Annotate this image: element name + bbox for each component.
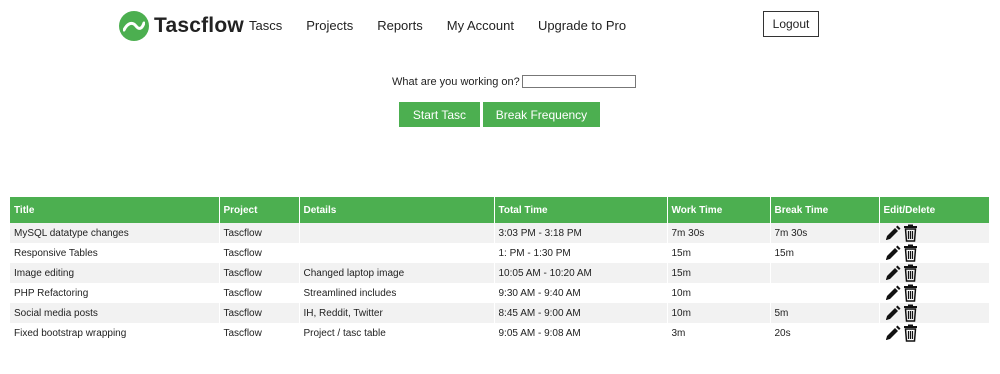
cell-details: Streamlined includes (299, 283, 495, 303)
cell-break-time: 15m (770, 243, 880, 263)
pencil-icon[interactable] (884, 245, 901, 262)
header-title: Title (10, 197, 220, 223)
cell-work-time: 10m (667, 303, 771, 323)
pencil-icon[interactable] (884, 265, 901, 282)
cell-edit-delete (879, 243, 989, 263)
pencil-icon[interactable] (884, 225, 901, 242)
cell-break-time (770, 263, 880, 283)
cell-edit-delete (879, 283, 989, 303)
task-prompt-label: What are you working on? (392, 75, 520, 88)
header-work-time: Work Time (667, 197, 771, 223)
cell-total-time: 8:45 AM - 9:00 AM (494, 303, 668, 323)
table-row: PHP Refactoring Tascflow Streamlined inclu… (10, 283, 989, 303)
logout-button[interactable]: Logout (763, 11, 819, 37)
nav-link-upgrade[interactable]: Upgrade to Pro (538, 18, 626, 33)
cell-break-time (770, 283, 880, 303)
cell-title: PHP Refactoring (10, 283, 220, 303)
cell-edit-delete (879, 323, 989, 343)
trash-icon[interactable] (903, 224, 918, 242)
trash-icon[interactable] (903, 244, 918, 262)
cell-details: IH, Reddit, Twitter (299, 303, 495, 323)
pencil-icon[interactable] (884, 305, 901, 322)
cell-work-time: 15m (667, 263, 771, 283)
start-tasc-button[interactable]: Start Tasc (399, 102, 480, 127)
cell-total-time: 3:03 PM - 3:18 PM (494, 223, 668, 243)
header-total-time: Total Time (494, 197, 668, 223)
trash-icon[interactable] (903, 304, 918, 322)
table-row: Image editing Tascflow Changed laptop imag… (10, 263, 989, 283)
logo-text: Tascflow (154, 14, 244, 37)
header-details: Details (299, 197, 495, 223)
cell-work-time: 15m (667, 243, 771, 263)
table-row: Responsive Tables Tascflow 1: PM - 1:30 PM… (10, 243, 989, 263)
cell-title: Fixed bootstrap wrapping (10, 323, 220, 343)
table-row: MySQL datatype changes Tascflow 3:03 PM - … (10, 223, 989, 243)
nav-link-tascs[interactable]: Tascs (249, 18, 282, 33)
cell-details: Project / tasc table (299, 323, 495, 343)
cell-work-time: 3m (667, 323, 771, 343)
logo[interactable]: Tascflow (119, 11, 244, 41)
task-input[interactable] (521, 75, 636, 88)
cell-title: Responsive Tables (10, 243, 220, 263)
cell-title: Image editing (10, 263, 220, 283)
pencil-icon[interactable] (884, 285, 901, 302)
cell-total-time: 1: PM - 1:30 PM (494, 243, 668, 263)
nav-link-reports[interactable]: Reports (377, 18, 423, 33)
top-nav: Tascflow Tascs Projects Reports My Accou… (0, 0, 1000, 52)
table-row: Social media posts Tascflow IH, Reddit, Tw… (10, 303, 989, 323)
cell-project: Tascflow (219, 323, 300, 343)
cell-project: Tascflow (219, 303, 300, 323)
cell-total-time: 9:30 AM - 9:40 AM (494, 283, 668, 303)
table-row: Fixed bootstrap wrapping Tascflow Project … (10, 323, 989, 343)
cell-edit-delete (879, 303, 989, 323)
cell-title: MySQL datatype changes (10, 223, 220, 243)
header-edit-delete: Edit/Delete (879, 197, 989, 223)
nav-links: Tascs Projects Reports My Account Upgrad… (249, 18, 650, 33)
trash-icon[interactable] (903, 324, 918, 342)
logo-leaf-icon (119, 11, 149, 41)
pencil-icon[interactable] (884, 325, 901, 342)
trash-icon[interactable] (903, 284, 918, 302)
cell-total-time: 10:05 AM - 10:20 AM (494, 263, 668, 283)
cell-break-time: 7m 30s (770, 223, 880, 243)
cell-work-time: 10m (667, 283, 771, 303)
cell-details: Changed laptop image (299, 263, 495, 283)
cell-project: Tascflow (219, 263, 300, 283)
cell-edit-delete (879, 223, 989, 243)
cell-project: Tascflow (219, 283, 300, 303)
header-break-time: Break Time (770, 197, 880, 223)
header-project: Project (219, 197, 300, 223)
nav-link-my-account[interactable]: My Account (447, 18, 514, 33)
break-frequency-button[interactable]: Break Frequency (483, 102, 600, 127)
cell-break-time: 20s (770, 323, 880, 343)
cell-break-time: 5m (770, 303, 880, 323)
table-body: MySQL datatype changes Tascflow 3:03 PM - … (10, 223, 989, 343)
cell-title: Social media posts (10, 303, 220, 323)
cell-edit-delete (879, 263, 989, 283)
cell-total-time: 9:05 AM - 9:08 AM (494, 323, 668, 343)
cell-details (299, 243, 495, 263)
table-header-row: Title Project Details Total Time Work Ti… (10, 197, 989, 223)
cell-project: Tascflow (219, 243, 300, 263)
task-prompt: What are you working on? (392, 75, 636, 88)
cell-details (299, 223, 495, 243)
cell-work-time: 7m 30s (667, 223, 771, 243)
trash-icon[interactable] (903, 264, 918, 282)
tasc-table: Title Project Details Total Time Work Ti… (10, 197, 989, 343)
nav-link-projects[interactable]: Projects (306, 18, 353, 33)
cell-project: Tascflow (219, 223, 300, 243)
